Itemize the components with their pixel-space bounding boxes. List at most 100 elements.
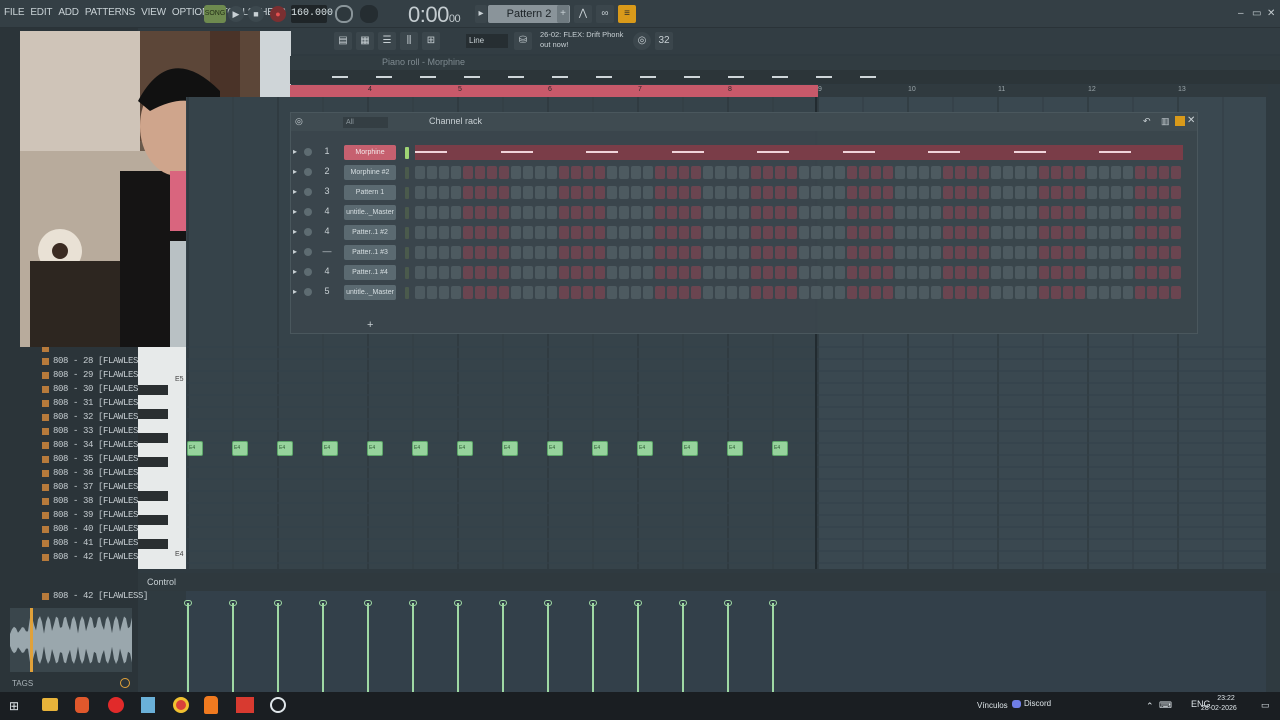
- velocity-bar[interactable]: [637, 603, 639, 692]
- black-key[interactable]: [138, 539, 168, 549]
- cart-icon[interactable]: ⛁: [514, 32, 532, 50]
- channel-mute-icon[interactable]: ▸: [293, 287, 297, 296]
- tempo-display[interactable]: 160.000: [291, 5, 333, 23]
- channel-mixer-track[interactable]: 1: [321, 146, 333, 156]
- channel-name-button[interactable]: untitle.._Master: [344, 205, 396, 220]
- velocity-bar[interactable]: [367, 603, 369, 692]
- list-item[interactable]: 808 - 29 [FLAWLESS]: [42, 368, 148, 382]
- discord-label[interactable]: Discord: [1024, 699, 1051, 708]
- channel-row[interactable]: ▸ 1 Morphine: [291, 144, 1197, 162]
- rack-options-icon[interactable]: ◎: [295, 116, 303, 127]
- channel-row[interactable]: ▸ 4 Patter..1 #2: [291, 224, 1197, 242]
- view-browser-icon[interactable]: ☰: [378, 32, 396, 50]
- piano-roll-note[interactable]: E4: [457, 441, 473, 456]
- step-sequencer[interactable]: [415, 165, 1183, 180]
- velocity-handle[interactable]: [679, 600, 687, 606]
- channel-name-button[interactable]: Pattern 1: [344, 185, 396, 200]
- piano-roll-note[interactable]: E4: [232, 441, 248, 456]
- channel-select-led[interactable]: [405, 147, 409, 159]
- undo-icon[interactable]: ↶: [1143, 116, 1151, 127]
- piano-roll-note[interactable]: E4: [502, 441, 518, 456]
- channel-row[interactable]: ▸ 4 untitle.._Master: [291, 204, 1197, 222]
- velocity-handle[interactable]: [319, 600, 327, 606]
- velocity-handle[interactable]: [499, 600, 507, 606]
- list-item[interactable]: 808 - 41 [FLAWLESS]: [42, 536, 148, 550]
- channel-name-button[interactable]: Morphine: [344, 145, 396, 160]
- piano-roll-note[interactable]: E4: [277, 441, 293, 456]
- snap-select[interactable]: Line: [466, 34, 508, 48]
- channel-pan-knob[interactable]: [304, 148, 312, 156]
- channel-select-led[interactable]: [405, 267, 409, 279]
- fl-studio-icon[interactable]: [204, 696, 218, 714]
- step-sequencer[interactable]: [415, 245, 1183, 260]
- windows-start-icon[interactable]: ⊞: [9, 699, 23, 713]
- channel-name-button[interactable]: Patter..1 #2: [344, 225, 396, 240]
- velocity-bar[interactable]: [502, 603, 504, 692]
- maximize-icon[interactable]: ▭: [1252, 8, 1261, 19]
- velocity-bar[interactable]: [682, 603, 684, 692]
- stop-button[interactable]: ■: [248, 6, 264, 22]
- menu-file[interactable]: FILE: [4, 7, 25, 18]
- record-button[interactable]: ●: [270, 6, 286, 22]
- view-playlist-icon[interactable]: ▤: [334, 32, 352, 50]
- channel-mixer-track[interactable]: 4: [321, 206, 333, 216]
- file-explorer-icon[interactable]: [42, 698, 58, 711]
- discord-icon[interactable]: [1012, 700, 1021, 708]
- menu-grid-icon[interactable]: [1175, 116, 1185, 126]
- velocity-handle[interactable]: [274, 600, 282, 606]
- channel-mixer-track[interactable]: 4: [321, 226, 333, 236]
- voicemeeter-icon[interactable]: [236, 697, 254, 713]
- tags-label[interactable]: TAGS: [12, 679, 33, 688]
- channel-name-button[interactable]: Patter..1 #3: [344, 245, 396, 260]
- notification-icon[interactable]: ▭: [1261, 700, 1270, 711]
- channel-mute-icon[interactable]: ▸: [293, 247, 297, 256]
- list-item[interactable]: 808 - 31 [FLAWLESS]: [42, 396, 148, 410]
- vinculos-label[interactable]: Vínculos: [977, 701, 1008, 710]
- metronome-icon[interactable]: [335, 5, 353, 23]
- list-item[interactable]: 808 - 33 [FLAWLESS]: [42, 424, 148, 438]
- velocity-handle[interactable]: [544, 600, 552, 606]
- menu-edit[interactable]: EDIT: [30, 7, 52, 18]
- velocity-handle[interactable]: [409, 600, 417, 606]
- snap-icon[interactable]: ⋀: [574, 5, 592, 23]
- piano-roll-note[interactable]: E4: [682, 441, 698, 456]
- channel-mute-icon[interactable]: ▸: [293, 207, 297, 216]
- channel-row[interactable]: ▸ 5 untitle.._Master: [291, 284, 1197, 302]
- piano-roll-note[interactable]: E4: [187, 441, 203, 456]
- step-sequencer[interactable]: [415, 185, 1183, 200]
- menu-view[interactable]: VIEW: [141, 7, 166, 18]
- piano-roll-titlebar[interactable]: Piano roll - Morphine: [290, 56, 1280, 70]
- pattern-add-icon[interactable]: +: [557, 5, 569, 23]
- channel-select-led[interactable]: [405, 227, 409, 239]
- velocity-handle[interactable]: [229, 600, 237, 606]
- channel-filter[interactable]: All: [343, 117, 388, 128]
- channel-mute-icon[interactable]: ▸: [293, 187, 297, 196]
- velocity-bar[interactable]: [772, 603, 774, 692]
- channel-select-led[interactable]: [405, 287, 409, 299]
- channel-mixer-track[interactable]: 3: [321, 186, 333, 196]
- list-item[interactable]: 808 - 42 [FLAWLESS]: [42, 550, 148, 564]
- velocity-bar[interactable]: [277, 603, 279, 692]
- view-pianoroll-icon[interactable]: ▦: [356, 32, 374, 50]
- black-key[interactable]: [138, 385, 168, 395]
- menu-add[interactable]: ADD: [58, 7, 79, 18]
- velocity-bar[interactable]: [457, 603, 459, 692]
- list-item[interactable]: 808 - 36 [FLAWLESS]: [42, 466, 148, 480]
- channel-pan-knob[interactable]: [304, 188, 312, 196]
- channel-rack-titlebar[interactable]: ◎ All Channel rack ↶ ▥ ✕: [291, 113, 1197, 131]
- rack-close-icon[interactable]: ✕: [1187, 115, 1195, 126]
- step-sequencer[interactable]: [415, 265, 1183, 280]
- piano-roll-note[interactable]: E4: [322, 441, 338, 456]
- channel-row[interactable]: ▸ 3 Pattern 1: [291, 184, 1197, 202]
- graph-icon[interactable]: ▥: [1161, 116, 1170, 127]
- step-sequencer[interactable]: [415, 285, 1183, 300]
- channel-row[interactable]: ▸ 4 Patter..1 #4: [291, 264, 1197, 282]
- channel-select-led[interactable]: [405, 187, 409, 199]
- velocity-bar[interactable]: [727, 603, 729, 692]
- channel-pan-knob[interactable]: [304, 248, 312, 256]
- channel-name-button[interactable]: Patter..1 #4: [344, 265, 396, 280]
- piano-roll-note[interactable]: E4: [592, 441, 608, 456]
- control-label[interactable]: Control: [147, 577, 176, 587]
- pattern-prev-icon[interactable]: ▸: [475, 5, 487, 23]
- velocity-handle[interactable]: [184, 600, 192, 606]
